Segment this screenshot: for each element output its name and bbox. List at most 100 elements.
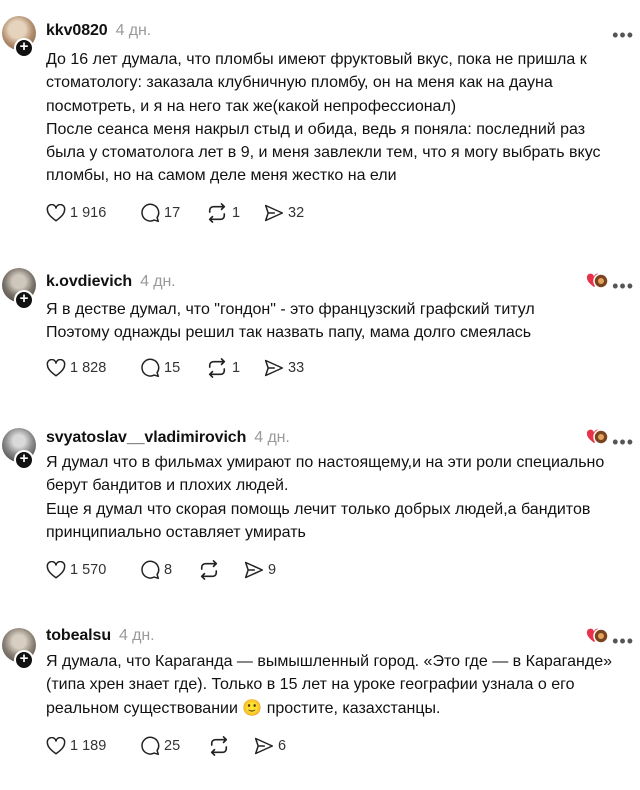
send-icon: [264, 204, 284, 222]
post-text: Я думала, что Караганда — вымышленный го…: [46, 650, 640, 720]
follow-plus-icon[interactable]: +: [14, 450, 34, 470]
post-text: Я думал что в фильмах умирают по настоящ…: [46, 451, 640, 544]
comment-icon: [141, 358, 160, 378]
send-icon: [264, 359, 284, 377]
send-icon: [244, 561, 264, 579]
post-header: kkv0820 4 дн.: [46, 22, 151, 40]
username[interactable]: tobealsu: [46, 627, 111, 644]
avatar[interactable]: +: [2, 428, 36, 470]
username[interactable]: svyatoslav__vladimirovich: [46, 429, 246, 446]
follow-plus-icon[interactable]: +: [14, 650, 34, 670]
reply-count: 15: [164, 360, 181, 376]
reply-button[interactable]: 15: [140, 358, 206, 378]
post: + k.ovdievich 4 дн. ••• Я в дестве думал,…: [0, 240, 640, 400]
heart-icon: [46, 359, 66, 377]
repost-icon: [208, 358, 226, 378]
more-icon[interactable]: •••: [612, 277, 634, 295]
repost-button[interactable]: [198, 560, 244, 580]
post-text-line: принципиально оставляет умирать: [46, 523, 306, 541]
post: + tobealsu 4 дн. ••• Я думала, что Карага…: [0, 600, 640, 790]
post-text-line: До 16 лет думала, что пломбы имеют фрукт…: [46, 51, 587, 68]
post: + kkv0820 4 дн. ••• До 16 лет думала, что…: [0, 0, 640, 240]
like-count: 1 916: [70, 205, 107, 221]
reactor-avatar-icon: [586, 628, 608, 644]
timestamp: 4 дн.: [140, 273, 176, 290]
comment-icon: [141, 560, 160, 580]
like-count: 1 828: [70, 360, 107, 376]
share-button[interactable]: 6: [254, 736, 286, 756]
like-button[interactable]: 1 828: [46, 359, 140, 377]
timestamp: 4 дн.: [119, 627, 155, 644]
heart-icon: [46, 561, 66, 579]
more-icon[interactable]: •••: [612, 433, 634, 451]
like-button[interactable]: 1 570: [46, 561, 140, 579]
avatar[interactable]: +: [2, 628, 36, 670]
repost-icon: [210, 736, 228, 756]
post-header: tobealsu 4 дн.: [46, 627, 155, 645]
reply-count: 8: [164, 562, 173, 578]
share-button[interactable]: 9: [244, 560, 276, 580]
share-button[interactable]: 32: [264, 203, 304, 223]
post-text-line: берут бандитов и плохих людей.: [46, 477, 289, 495]
follow-plus-icon[interactable]: +: [14, 38, 34, 58]
share-count: 33: [288, 360, 305, 376]
reactor-avatar-icon: [586, 429, 608, 445]
post: + svyatoslav__vladimirovich 4 дн. ••• Я д…: [0, 400, 640, 600]
reply-count: 17: [164, 205, 181, 221]
post-header: svyatoslav__vladimirovich 4 дн.: [46, 429, 290, 447]
post-text-line: посмотреть, и я на него так же(какой неп…: [46, 97, 457, 115]
comment-icon: [141, 203, 160, 223]
more-icon[interactable]: •••: [612, 632, 634, 650]
send-icon: [254, 737, 274, 755]
like-count: 1 570: [70, 562, 107, 578]
repost-button[interactable]: [208, 736, 254, 756]
heart-icon: [46, 204, 66, 222]
reactor-avatar-icon: [586, 273, 608, 289]
post-text-line: пломбы, но на самом деле меня жестко на …: [46, 167, 397, 185]
post-actions: 1 570 8 9: [46, 560, 276, 580]
avatar[interactable]: +: [2, 268, 36, 310]
reply-count: 25: [164, 738, 181, 754]
repost-count: 1: [232, 205, 241, 221]
comment-icon: [141, 736, 160, 756]
repost-count: 1: [232, 360, 241, 376]
repost-icon: [200, 560, 218, 580]
reply-button[interactable]: 17: [140, 203, 206, 223]
repost-button[interactable]: 1: [206, 358, 264, 378]
post-text: До 16 лет думала, что пломбы имеют фрукт…: [46, 48, 640, 188]
post-text-line: была у стоматолога лет в 9, и меня завле…: [46, 144, 601, 162]
post-text-line: Еще я думал что скорая помощь лечит толь…: [46, 500, 591, 518]
username[interactable]: kkv0820: [46, 22, 108, 39]
post-text-line: Поэтому однажды решил так назвать папу, …: [46, 324, 532, 342]
timestamp: 4 дн.: [115, 22, 152, 39]
post-text: Я в дестве думал, что "гондон" - это фра…: [46, 298, 640, 345]
share-button[interactable]: 33: [264, 358, 304, 378]
post-text-line: (типа хрен знает где). Только в 15 лет н…: [46, 676, 575, 694]
share-count: 9: [268, 562, 277, 578]
post-text-line: Я думал что в фильмах умирают по настоящ…: [46, 454, 605, 471]
post-text-line: стоматологу: заказала клубничную пломбу,…: [46, 74, 553, 92]
follow-plus-icon[interactable]: +: [14, 290, 34, 310]
more-icon[interactable]: •••: [612, 26, 634, 44]
like-count: 1 189: [70, 738, 107, 754]
repost-icon: [208, 203, 226, 223]
reply-button[interactable]: 25: [140, 736, 208, 756]
share-count: 6: [278, 738, 287, 754]
repost-button[interactable]: 1: [206, 203, 264, 223]
like-button[interactable]: 1 189: [46, 737, 140, 755]
reply-button[interactable]: 8: [140, 560, 198, 580]
username[interactable]: k.ovdievich: [46, 273, 132, 290]
like-button[interactable]: 1 916: [46, 204, 140, 222]
post-actions: 1 189 25 6: [46, 736, 286, 756]
post-text-line: После сеанса меня накрыл стыд и обида, в…: [46, 120, 586, 138]
post-actions: 1 916 17 1 32: [46, 203, 304, 223]
post-text-line: Я в дестве думал, что "гондон" - это фра…: [46, 301, 535, 318]
timestamp: 4 дн.: [254, 429, 290, 446]
avatar[interactable]: +: [2, 16, 36, 58]
heart-icon: [46, 737, 66, 755]
post-text-line: реальном существовании 🙂 простите, казах…: [46, 699, 441, 717]
post-actions: 1 828 15 1 33: [46, 358, 304, 378]
share-count: 32: [288, 205, 305, 221]
post-text-line: Я думала, что Караганда — вымышленный го…: [46, 653, 612, 670]
post-header: k.ovdievich 4 дн.: [46, 273, 176, 291]
